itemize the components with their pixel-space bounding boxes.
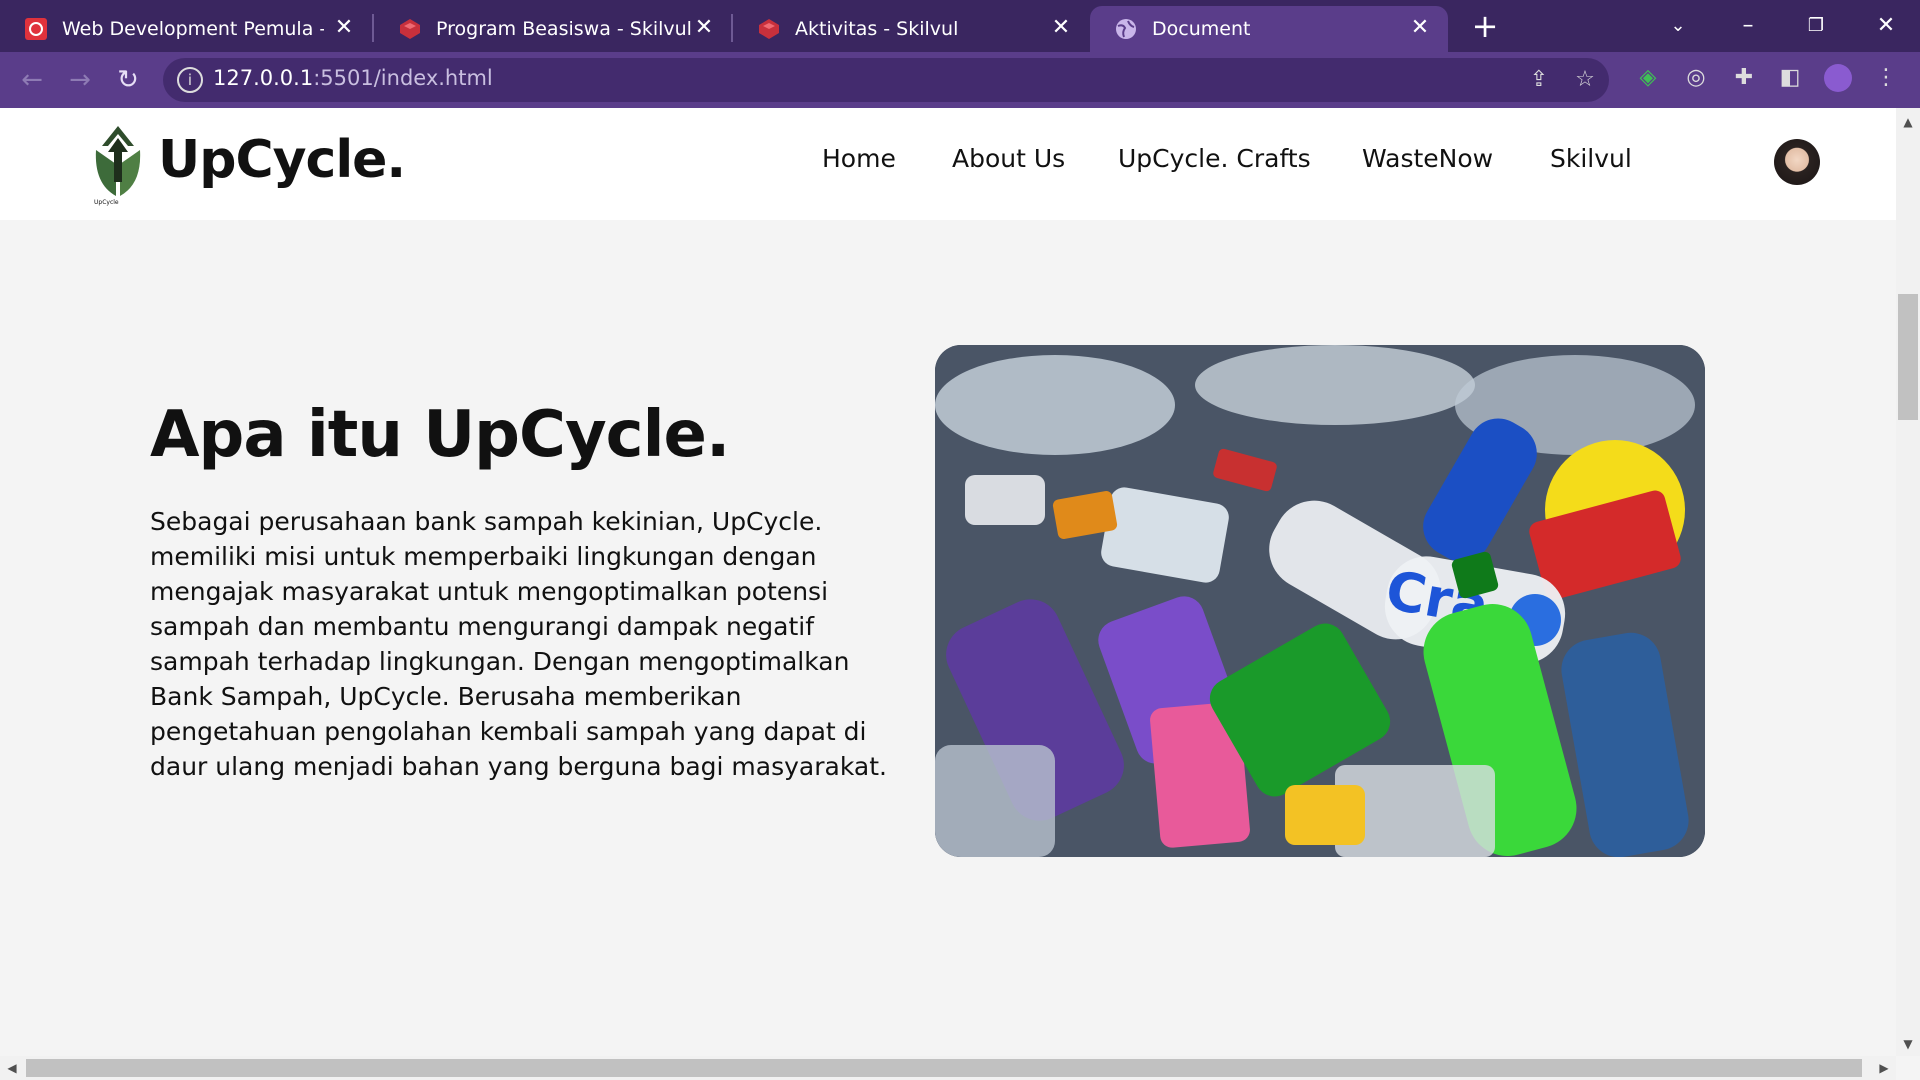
address-bar[interactable]: i 127.0.0.1:5501/index.html ⇪ ☆ xyxy=(163,58,1609,102)
svg-text:UpCycle: UpCycle xyxy=(94,199,119,206)
upcycle-logo-icon[interactable]: UpCycle xyxy=(90,124,146,206)
back-arrow-icon[interactable]: ← xyxy=(14,62,50,98)
brand-name[interactable]: UpCycle. xyxy=(158,130,406,190)
user-avatar[interactable] xyxy=(1774,139,1820,185)
scroll-up-arrow-icon[interactable]: ▲ xyxy=(1898,112,1918,132)
close-tab-icon[interactable]: ✕ xyxy=(692,16,716,40)
tab-strip: Web Development Pemula - Spesialisasi ✕ … xyxy=(0,0,1920,52)
web-page: UpCycle UpCycle. Home About Us UpCycle. … xyxy=(0,108,1896,1056)
plastic-bottles-image: Cra xyxy=(935,345,1705,857)
side-panel-icon[interactable]: ◧ xyxy=(1774,62,1806,94)
vertical-scroll-thumb[interactable] xyxy=(1898,294,1918,420)
reload-icon[interactable]: ↻ xyxy=(110,62,146,98)
scroll-right-arrow-icon[interactable]: ▶ xyxy=(1874,1058,1894,1078)
tab-title: Web Development Pemula - Spesialisasi xyxy=(62,18,324,40)
info-icon[interactable]: i xyxy=(177,67,203,93)
minimize-icon[interactable]: – xyxy=(1728,8,1768,44)
tab-title: Document xyxy=(1152,18,1251,40)
tab-title: Program Beasiswa - Skilvul xyxy=(436,18,692,40)
skilvul-icon xyxy=(400,19,420,39)
url-path: :5501/index.html xyxy=(313,66,493,90)
forward-arrow-icon[interactable]: → xyxy=(62,62,98,98)
scroll-left-arrow-icon[interactable]: ◀ xyxy=(2,1058,22,1078)
vertical-scrollbar[interactable] xyxy=(1896,108,1920,1056)
globe-icon xyxy=(1116,19,1136,39)
nav-upcycle-crafts[interactable]: UpCycle. Crafts xyxy=(1118,144,1311,173)
tab-document[interactable]: Document ✕ xyxy=(1090,6,1448,52)
profile-avatar-icon[interactable] xyxy=(1822,62,1854,94)
url-host: 127.0.0.1 xyxy=(213,66,314,90)
tab-web-development[interactable]: Web Development Pemula - Spesialisasi ✕ xyxy=(0,6,372,52)
close-tab-icon[interactable]: ✕ xyxy=(1049,16,1073,40)
extension-eye-icon[interactable]: ◈ xyxy=(1632,62,1664,94)
skilvul-red-icon xyxy=(25,18,47,40)
close-window-icon[interactable]: ✕ xyxy=(1866,8,1906,44)
tab-program-beasiswa[interactable]: Program Beasiswa - Skilvul ✕ xyxy=(374,6,732,52)
compass-icon[interactable]: ◎ xyxy=(1680,62,1712,94)
scroll-down-arrow-icon[interactable]: ▼ xyxy=(1898,1034,1918,1054)
close-tab-icon[interactable]: ✕ xyxy=(1408,16,1432,40)
nav-home[interactable]: Home xyxy=(822,144,896,173)
share-icon[interactable]: ⇪ xyxy=(1525,66,1553,94)
tab-search-icon[interactable]: ⌄ xyxy=(1658,8,1698,44)
hero-title: Apa itu UpCycle. xyxy=(150,398,730,472)
hero-description: Sebagai perusahaan bank sampah kekinian,… xyxy=(150,507,887,781)
horizontal-scroll-thumb[interactable] xyxy=(26,1059,1862,1077)
restore-icon[interactable]: ❐ xyxy=(1796,8,1836,44)
browser-menu-icon[interactable]: ⋮ xyxy=(1870,62,1902,94)
extensions-puzzle-icon[interactable]: ✚ xyxy=(1728,62,1760,94)
url-text[interactable]: 127.0.0.1:5501/index.html xyxy=(213,66,493,90)
plastic-bottles-illustration: Cra xyxy=(935,345,1705,857)
bookmark-star-icon[interactable]: ☆ xyxy=(1571,66,1599,94)
tab-aktivitas[interactable]: Aktivitas - Skilvul ✕ xyxy=(733,6,1089,52)
new-tab-button[interactable]: + xyxy=(1468,10,1502,44)
nav-skilvul[interactable]: Skilvul xyxy=(1550,144,1632,173)
nav-about-us[interactable]: About Us xyxy=(952,144,1065,173)
site-header: UpCycle UpCycle. Home About Us UpCycle. … xyxy=(0,108,1896,220)
close-tab-icon[interactable]: ✕ xyxy=(332,16,356,40)
skilvul-icon xyxy=(759,19,779,39)
tab-title: Aktivitas - Skilvul xyxy=(795,18,959,40)
nav-wastenow[interactable]: WasteNow xyxy=(1362,144,1493,173)
